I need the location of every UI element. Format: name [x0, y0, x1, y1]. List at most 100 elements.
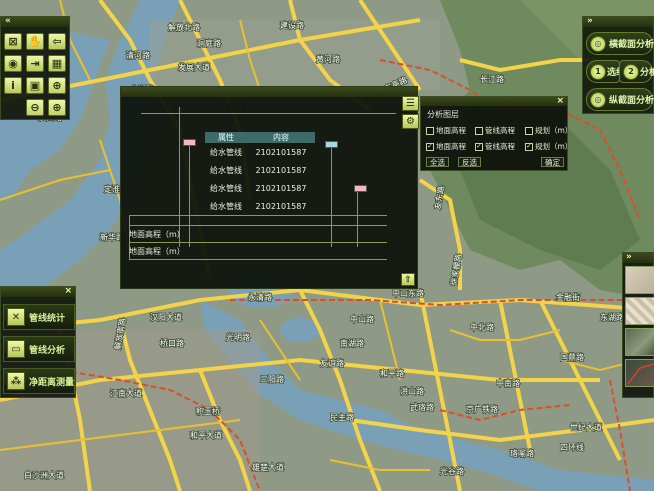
pipe-line-2 [189, 141, 190, 247]
option-label: 地面高程 [436, 126, 466, 135]
option-planning-1[interactable]: 规划（m） [525, 125, 572, 136]
pick-line-icon: 1 [590, 63, 606, 80]
chart-mid-line [129, 215, 387, 216]
svg-text:解放北路: 解放北路 [168, 22, 200, 32]
export-icon[interactable]: ⇧ [401, 273, 415, 286]
zoom-in-icon[interactable]: ⊕ [48, 77, 66, 94]
table-row[interactable]: 给水管线 2102101587 [205, 179, 315, 197]
basemap-thumb-terrain[interactable] [625, 359, 654, 387]
terrain-line-icon [627, 363, 654, 385]
svg-text:中山东路: 中山东路 [392, 288, 424, 298]
basemap-titlebar: » [623, 252, 653, 263]
checkbox-checked[interactable]: ✓ [525, 142, 533, 151]
pan-hand-icon[interactable]: ✋ [26, 33, 44, 50]
svg-text:国鼎路: 国鼎路 [560, 352, 584, 362]
checkbox-checked[interactable]: ✓ [426, 142, 434, 151]
svg-text:友谊路: 友谊路 [320, 358, 344, 368]
svg-text:和平路: 和平路 [380, 368, 404, 378]
layer-panel-title: 分析图层 [427, 110, 459, 119]
analyze-icon: 2 [623, 63, 639, 80]
svg-text:珞喻路: 珞喻路 [510, 448, 534, 458]
svg-text:汉阳大道: 汉阳大道 [150, 312, 182, 322]
svg-text:积玉桥: 积玉桥 [196, 406, 220, 416]
svg-text:洞庭路: 洞庭路 [197, 38, 221, 48]
data-window-titlebar [121, 87, 417, 97]
option-label: 管线高程 [485, 142, 515, 151]
header-content: 内容 [247, 132, 315, 143]
longitudinal-section-analysis-button[interactable]: ◎ 纵截面分析 [586, 88, 654, 111]
svg-text:民主路: 民主路 [330, 412, 354, 422]
basemap-thumb-street[interactable] [625, 297, 654, 325]
svg-text:中南路: 中南路 [496, 378, 520, 388]
lock-icon[interactable]: ▣ [26, 77, 44, 94]
svg-text:武珞路: 武珞路 [410, 402, 434, 412]
double-chevron-left-icon[interactable]: « [5, 16, 11, 26]
option-ground-elevation-1[interactable]: 地面高程 [426, 125, 466, 136]
analyze-button[interactable]: 2 分析 [619, 60, 654, 83]
svg-text:南湖路: 南湖路 [340, 338, 364, 348]
basemap-thumb-satellite[interactable] [625, 328, 654, 356]
double-chevron-right-icon[interactable]: » [626, 252, 632, 262]
select-all-button[interactable]: 全选 [426, 157, 449, 167]
table-row[interactable]: 给水管线 2102101587 [205, 161, 315, 179]
double-chevron-right-icon[interactable]: » [587, 16, 593, 26]
svg-text:金融街: 金融街 [556, 292, 580, 302]
measure-icon[interactable]: ⇥ [26, 55, 44, 72]
svg-text:发展大道: 发展大道 [178, 62, 210, 72]
cross-section-analysis-button[interactable]: ◎ 横截面分析 [586, 32, 654, 55]
layers-icon[interactable]: ▦ [48, 55, 66, 72]
option-pipe-elevation-2[interactable]: ✓ 管线高程 [475, 141, 515, 152]
tools-icon: ✕ [7, 308, 25, 326]
option-planning-2[interactable]: ✓ 规划（m） [525, 141, 572, 152]
pipeline-analysis-button[interactable]: ▭ 管线分析 [3, 336, 75, 362]
close-icon[interactable]: × [64, 286, 72, 296]
pipeline-analysis-label: 管线分析 [29, 345, 66, 356]
settings-icon[interactable]: ⚙ [402, 114, 419, 129]
header-attribute: 属性 [205, 132, 247, 143]
table-header-row: 属性 内容 [205, 132, 315, 143]
list-view-icon[interactable]: ☰ [402, 96, 419, 111]
ground-elevation-label-2: 地面高程（m） [129, 247, 185, 256]
option-label: 地面高程 [436, 142, 466, 151]
option-ground-elevation-2[interactable]: ✓ 地面高程 [426, 141, 466, 152]
svg-text:白沙洲大道: 白沙洲大道 [24, 470, 64, 480]
invert-selection-button[interactable]: 反选 [458, 157, 481, 167]
clear-distance-measure-button[interactable]: ⁂ 净距离测量 [3, 368, 75, 394]
pipe-marker-cyan[interactable] [325, 141, 338, 148]
checkbox[interactable] [525, 126, 533, 135]
confirm-button[interactable]: 确定 [541, 157, 564, 167]
analysis-panel: » ◎ 横截面分析 1 选线 2 分析 ◎ 纵截面分析 [582, 16, 654, 114]
checkbox[interactable] [426, 126, 434, 135]
svg-text:雄楚大道: 雄楚大道 [252, 462, 284, 472]
cell-attribute: 给水管线 [210, 201, 242, 211]
svg-text:光谷路: 光谷路 [440, 466, 464, 476]
longitudinal-section-label: 纵截面分析 [609, 96, 654, 106]
toolbar-titlebar: « [1, 16, 69, 27]
pipe-marker-pink-1[interactable] [183, 139, 196, 146]
pipeline-statistics-button[interactable]: ✕ 管线统计 [3, 304, 75, 330]
table-row[interactable]: 给水管线 2102101587 [205, 143, 315, 161]
back-arrow-icon[interactable]: ⇦ [48, 33, 66, 50]
cell-attribute: 给水管线 [210, 183, 242, 193]
globe-icon[interactable]: ◉ [4, 55, 22, 72]
row-divider-3 [129, 259, 387, 260]
analyze-label: 分析 [640, 68, 654, 78]
info-icon[interactable]: i [4, 77, 22, 94]
zoom-out-small-icon[interactable]: ⊖ [26, 99, 44, 116]
close-icon[interactable]: × [556, 96, 564, 106]
pick-line-button[interactable]: 1 选线 [586, 60, 625, 83]
cell-content: 2102101587 [255, 201, 307, 211]
zoom-box-icon[interactable]: ⊠ [4, 33, 22, 50]
checkbox[interactable] [475, 126, 483, 135]
cell-content: 2102101587 [255, 147, 307, 157]
svg-text:世纪大道: 世纪大道 [570, 422, 602, 432]
pipe-attribute-table: 属性 内容 给水管线 2102101587 给水管线 2102101587 给水… [205, 132, 315, 215]
checkbox-checked[interactable]: ✓ [475, 142, 483, 151]
row-divider-1 [129, 225, 387, 226]
table-row[interactable]: 给水管线 2102101587 [205, 197, 315, 215]
zoom-in-small-icon[interactable]: ⊕ [48, 99, 66, 116]
cell-content: 2102101587 [255, 165, 307, 175]
option-pipe-elevation-1[interactable]: 管线高程 [475, 125, 515, 136]
pipe-marker-pink-2[interactable] [354, 185, 367, 192]
basemap-thumb-vector[interactable] [625, 266, 654, 294]
